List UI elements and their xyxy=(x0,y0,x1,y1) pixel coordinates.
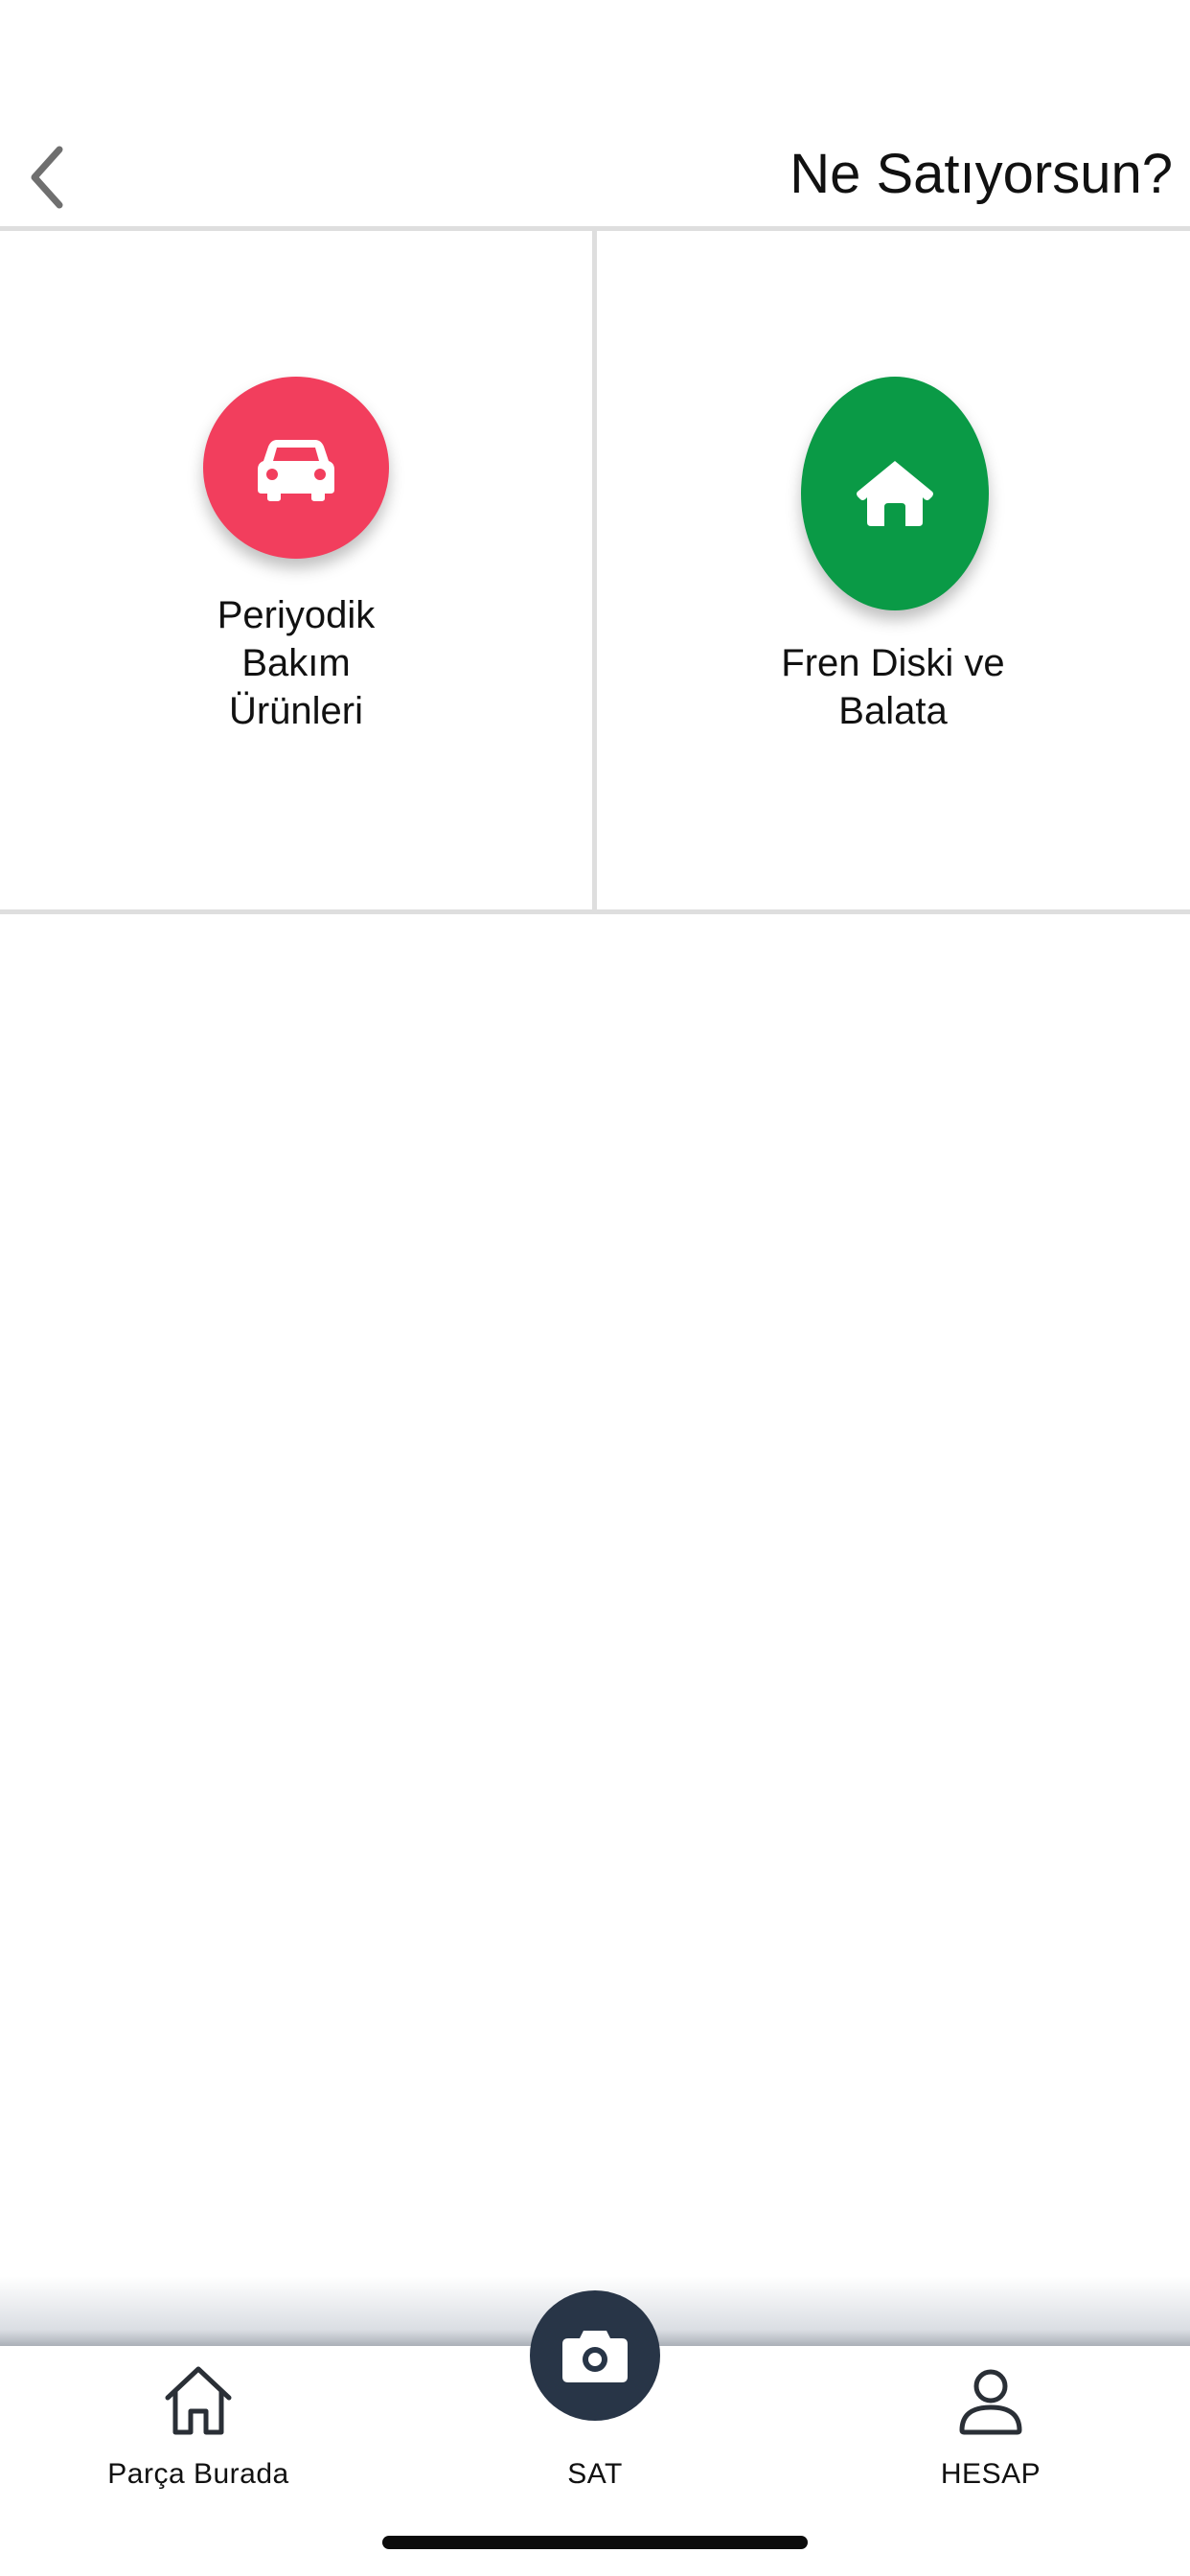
camera-icon xyxy=(562,2331,628,2382)
user-icon xyxy=(959,2369,1022,2435)
header: Ne Satıyorsun? xyxy=(0,0,1190,231)
car-icon xyxy=(258,440,334,501)
tab-hesap[interactable]: HESAP xyxy=(847,2346,1134,2509)
sell-camera-button[interactable] xyxy=(530,2290,660,2421)
tab-label: Parça Burada xyxy=(107,2458,289,2490)
tab-label: HESAP xyxy=(940,2458,1041,2490)
tab-label: SAT xyxy=(567,2458,623,2490)
category-icon-bg xyxy=(203,377,389,559)
category-grid: Periyodik Bakım Ürünleri Fren Diski ve B… xyxy=(0,231,1190,914)
category-label: Fren Diski ve Balata xyxy=(781,642,1005,732)
page-title: Ne Satıyorsun? xyxy=(790,143,1173,205)
category-label: Periyodik Bakım Ürünleri xyxy=(217,594,376,732)
home-icon xyxy=(857,461,933,526)
category-card-fren-diski[interactable]: Fren Diski ve Balata xyxy=(597,231,1190,909)
tab-parca-burada[interactable]: Parça Burada xyxy=(55,2346,342,2509)
home-outline-icon xyxy=(165,2366,232,2435)
back-button[interactable] xyxy=(21,144,73,211)
chevron-left-icon xyxy=(31,146,63,209)
category-icon-bg xyxy=(801,377,989,610)
category-card-periyodik-bakim[interactable]: Periyodik Bakım Ürünleri xyxy=(0,231,592,909)
home-indicator xyxy=(382,2536,808,2549)
grid-divider xyxy=(0,909,1190,914)
